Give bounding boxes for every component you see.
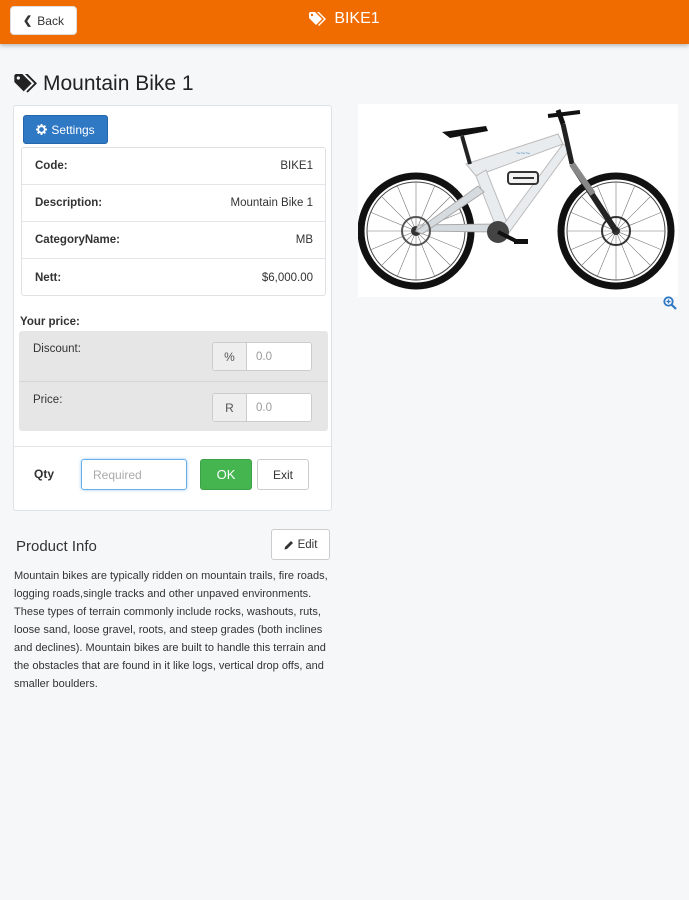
qty-label: Qty <box>34 467 55 481</box>
product-details-table: Code: BIKE1 Description: Mountain Bike 1… <box>21 147 326 296</box>
detail-row-code: Code: BIKE1 <box>22 148 325 185</box>
product-info-title: Product Info <box>16 538 97 555</box>
discount-label: Discount: <box>33 343 81 355</box>
discount-row: Discount: % 0.0 <box>19 331 328 380</box>
settings-button[interactable]: Settings <box>23 115 108 144</box>
tags-icon <box>14 74 37 93</box>
zoom-in-icon[interactable] <box>663 296 677 310</box>
settings-label: Settings <box>51 122 95 137</box>
page-title: Mountain Bike 1 <box>14 72 194 96</box>
detail-value: $6,000.00 <box>261 271 313 284</box>
edit-label: Edit <box>297 538 318 551</box>
price-input[interactable]: 0.0 <box>247 394 311 421</box>
edit-button[interactable]: Edit <box>271 529 330 560</box>
detail-label: Code: <box>35 160 68 172</box>
qty-input[interactable]: Required <box>81 459 187 490</box>
ok-button[interactable]: OK <box>200 459 252 490</box>
discount-input-group: % 0.0 <box>212 342 312 371</box>
tags-icon <box>309 11 327 26</box>
price-box: Discount: % 0.0 Price: R 0.0 <box>19 331 328 431</box>
qty-row: Qty Required OK Exit <box>14 446 331 494</box>
price-input-group: R 0.0 <box>212 393 312 422</box>
pencil-icon <box>284 540 293 549</box>
detail-value: Mountain Bike 1 <box>230 197 313 209</box>
detail-label: Nett: <box>35 271 62 284</box>
your-price-heading: Your price: <box>20 316 80 328</box>
detail-row-category: CategoryName: MB <box>22 222 325 259</box>
gear-icon <box>36 124 48 135</box>
header-title: BIKE1 <box>0 10 689 28</box>
page-title-text: Mountain Bike 1 <box>43 72 194 95</box>
price-row: Price: R 0.0 <box>19 381 328 430</box>
price-label: Price: <box>33 394 63 406</box>
product-panel: Settings Code: BIKE1 Description: Mounta… <box>13 105 332 511</box>
product-image[interactable]: ~~~ <box>357 104 678 297</box>
detail-value: BIKE1 <box>280 160 313 172</box>
exit-button[interactable]: Exit <box>257 459 309 490</box>
discount-input[interactable]: 0.0 <box>247 343 311 370</box>
bike-illustration: ~~~ <box>357 109 675 290</box>
header-title-text: BIKE1 <box>334 10 380 27</box>
svg-text:~~~: ~~~ <box>516 149 530 158</box>
detail-label: CategoryName: <box>35 234 120 246</box>
detail-value: MB <box>295 234 313 246</box>
top-bar: ❮ Back BIKE1 <box>0 0 689 44</box>
currency-addon: R <box>213 394 247 421</box>
detail-row-nett: Nett: $6,000.00 <box>22 259 325 296</box>
percent-addon: % <box>213 343 247 370</box>
detail-row-description: Description: Mountain Bike 1 <box>22 185 325 222</box>
detail-label: Description: <box>35 197 103 209</box>
product-description: Mountain bikes are typically ridden on m… <box>14 570 328 690</box>
